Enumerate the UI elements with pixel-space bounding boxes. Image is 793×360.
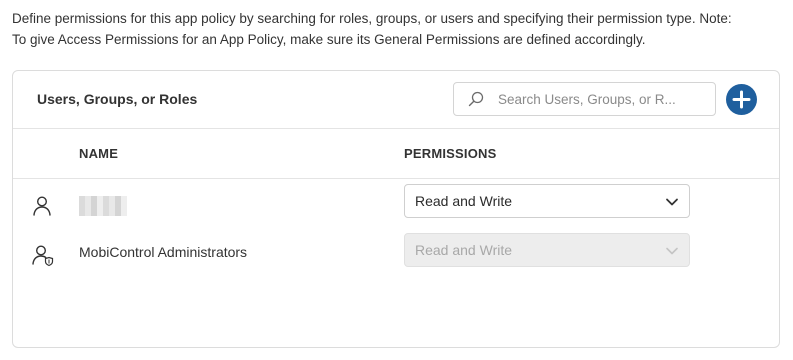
description-text: Define permissions for this app policy b… [12,8,787,50]
add-button[interactable] [726,84,757,115]
plus-icon [732,90,751,109]
column-header-name: NAME [79,146,119,161]
permissions-panel: Users, Groups, or Roles NAME PERMISSIONS [12,70,780,348]
user-icon [31,194,55,218]
search-input[interactable] [498,91,698,107]
permission-select[interactable]: Read and Write [404,184,690,218]
panel-title: Users, Groups, or Roles [37,91,198,107]
search-box[interactable] [453,82,716,116]
search-icon [468,91,484,107]
chevron-down-icon [665,244,679,258]
chevron-down-icon [665,195,679,209]
permission-row: Read and Write [13,184,779,224]
permission-select-disabled: Read and Write [404,233,690,267]
description-line-1: Define permissions for this app policy b… [12,11,732,26]
permission-select-value: Read and Write [415,193,513,209]
admin-user-icon [31,243,55,267]
description-line-2: To give Access Permissions for an App Po… [12,32,646,47]
permission-row: MobiControl Administrators Read and Writ… [13,233,779,273]
panel-header: Users, Groups, or Roles [13,71,779,129]
column-header-permissions: PERMISSIONS [404,146,497,161]
permission-select-value: Read and Write [415,242,513,258]
app-policy-permissions-page: Define permissions for this app policy b… [0,0,793,360]
user-name: MobiControl Administrators [79,244,248,260]
header-divider [13,178,779,179]
redacted-user-name [79,196,127,216]
